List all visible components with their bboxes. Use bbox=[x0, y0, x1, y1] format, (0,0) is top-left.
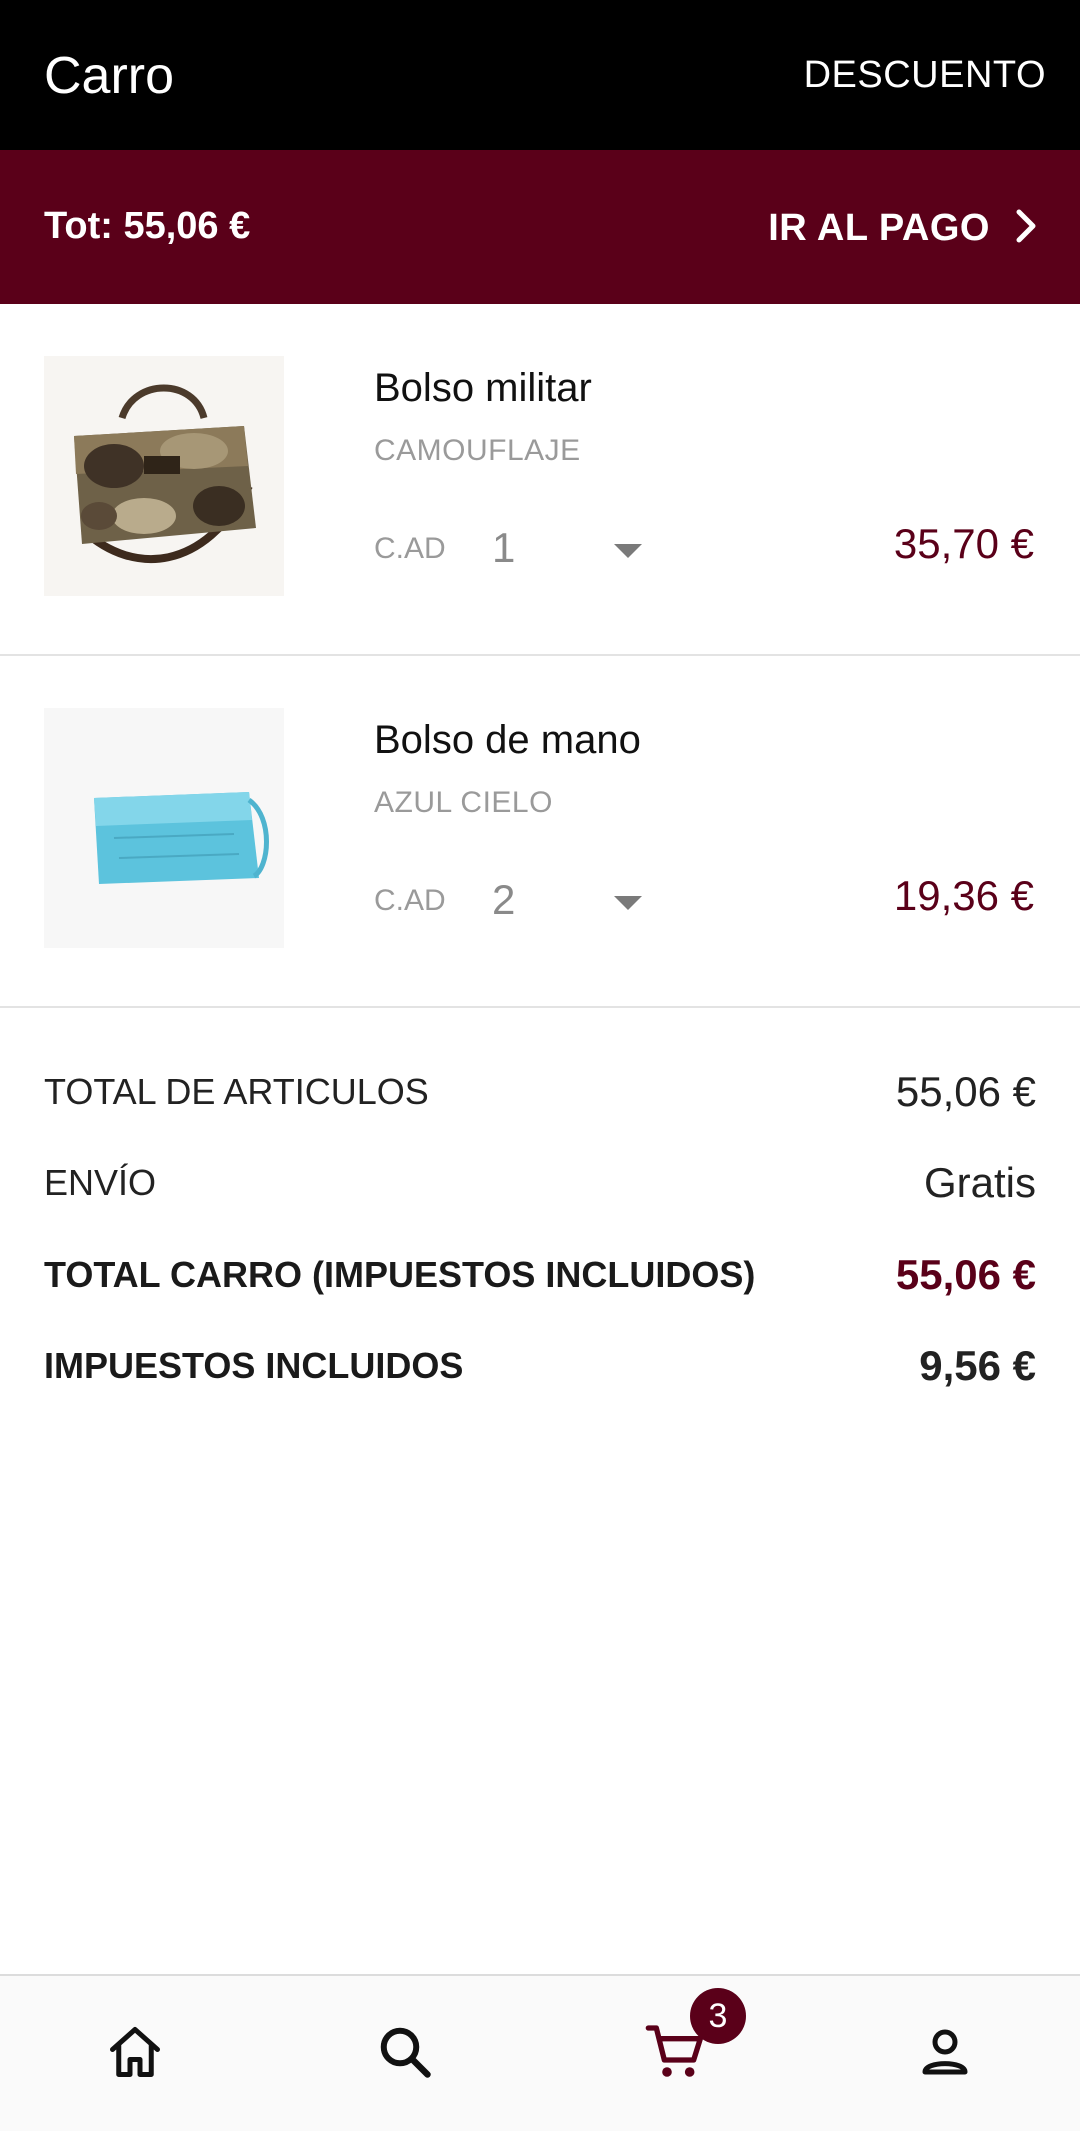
taxes-value: 9,56 € bbox=[919, 1342, 1036, 1389]
items-total-label: TOTAL DE ARTICULOS bbox=[44, 1071, 429, 1112]
cart-item: Bolso de mano AZUL CIELO C.AD 2 19,36 € bbox=[0, 656, 1080, 1008]
quantity-label: C.AD bbox=[374, 532, 446, 565]
product-price: 19,36 € bbox=[893, 872, 1034, 919]
cart-total-label: TOTAL CARRO (IMPUESTOS INCLUIDOS) bbox=[44, 1254, 756, 1295]
shipping-value: Gratis bbox=[923, 1159, 1036, 1206]
bottom-navigation: 3 bbox=[0, 1974, 1080, 2131]
cart-count-badge: 3 bbox=[690, 1988, 746, 2044]
checkout-bar: Tot: 55,06 € IR AL PAGO bbox=[0, 150, 1080, 304]
quantity-select[interactable]: 1 bbox=[490, 514, 660, 584]
product-variant: CAMOUFLAJE bbox=[374, 434, 581, 467]
shipping-label: ENVÍO bbox=[44, 1162, 157, 1203]
caret-down-icon bbox=[614, 896, 642, 910]
discount-button[interactable]: DESCUENTO bbox=[804, 54, 1046, 97]
nav-search[interactable] bbox=[270, 1976, 540, 2131]
cart-item: Bolso militar CAMOUFLAJE C.AD 1 35,70 € bbox=[0, 304, 1080, 656]
caret-down-icon bbox=[614, 544, 642, 558]
product-image-sky-blue-clutch[interactable] bbox=[44, 708, 284, 948]
summary-row-shipping: ENVÍO Gratis bbox=[44, 1153, 1036, 1213]
summary-row-items-total: TOTAL DE ARTICULOS 55,06 € bbox=[44, 1062, 1036, 1122]
page-title: Carro bbox=[44, 47, 175, 105]
nav-account[interactable] bbox=[810, 1976, 1080, 2131]
taxes-label: IMPUESTOS INCLUIDOS bbox=[44, 1345, 464, 1386]
chevron-right-icon bbox=[1012, 208, 1040, 249]
product-price: 35,70 € bbox=[893, 520, 1034, 567]
product-image-camouflage-bag[interactable] bbox=[44, 356, 284, 596]
cart-total-value: 55,06 € bbox=[895, 1251, 1036, 1298]
quantity-value: 1 bbox=[492, 524, 516, 571]
product-name[interactable]: Bolso de mano bbox=[374, 718, 641, 763]
product-variant: AZUL CIELO bbox=[374, 786, 553, 819]
product-name[interactable]: Bolso militar bbox=[374, 366, 592, 411]
quantity-label: C.AD bbox=[374, 884, 446, 917]
checkout-button[interactable]: IR AL PAGO bbox=[768, 188, 1040, 268]
summary-row-cart-total: TOTAL CARRO (IMPUESTOS INCLUIDOS) 55,06 … bbox=[44, 1245, 1036, 1305]
cart-total-label: Tot: 55,06 € bbox=[44, 205, 251, 247]
nav-home[interactable] bbox=[0, 1976, 270, 2131]
checkout-button-label: IR AL PAGO bbox=[768, 206, 990, 249]
nav-cart[interactable]: 3 bbox=[540, 1976, 810, 2131]
home-icon bbox=[105, 2022, 165, 2087]
quantity-select[interactable]: 2 bbox=[490, 866, 660, 936]
summary-row-taxes: IMPUESTOS INCLUIDOS 9,56 € bbox=[44, 1336, 1036, 1396]
search-icon bbox=[375, 2022, 435, 2087]
quantity-value: 2 bbox=[492, 876, 516, 923]
items-total-value: 55,06 € bbox=[895, 1068, 1036, 1115]
app-bar: Carro DESCUENTO bbox=[0, 0, 1080, 150]
account-icon bbox=[915, 2022, 975, 2087]
